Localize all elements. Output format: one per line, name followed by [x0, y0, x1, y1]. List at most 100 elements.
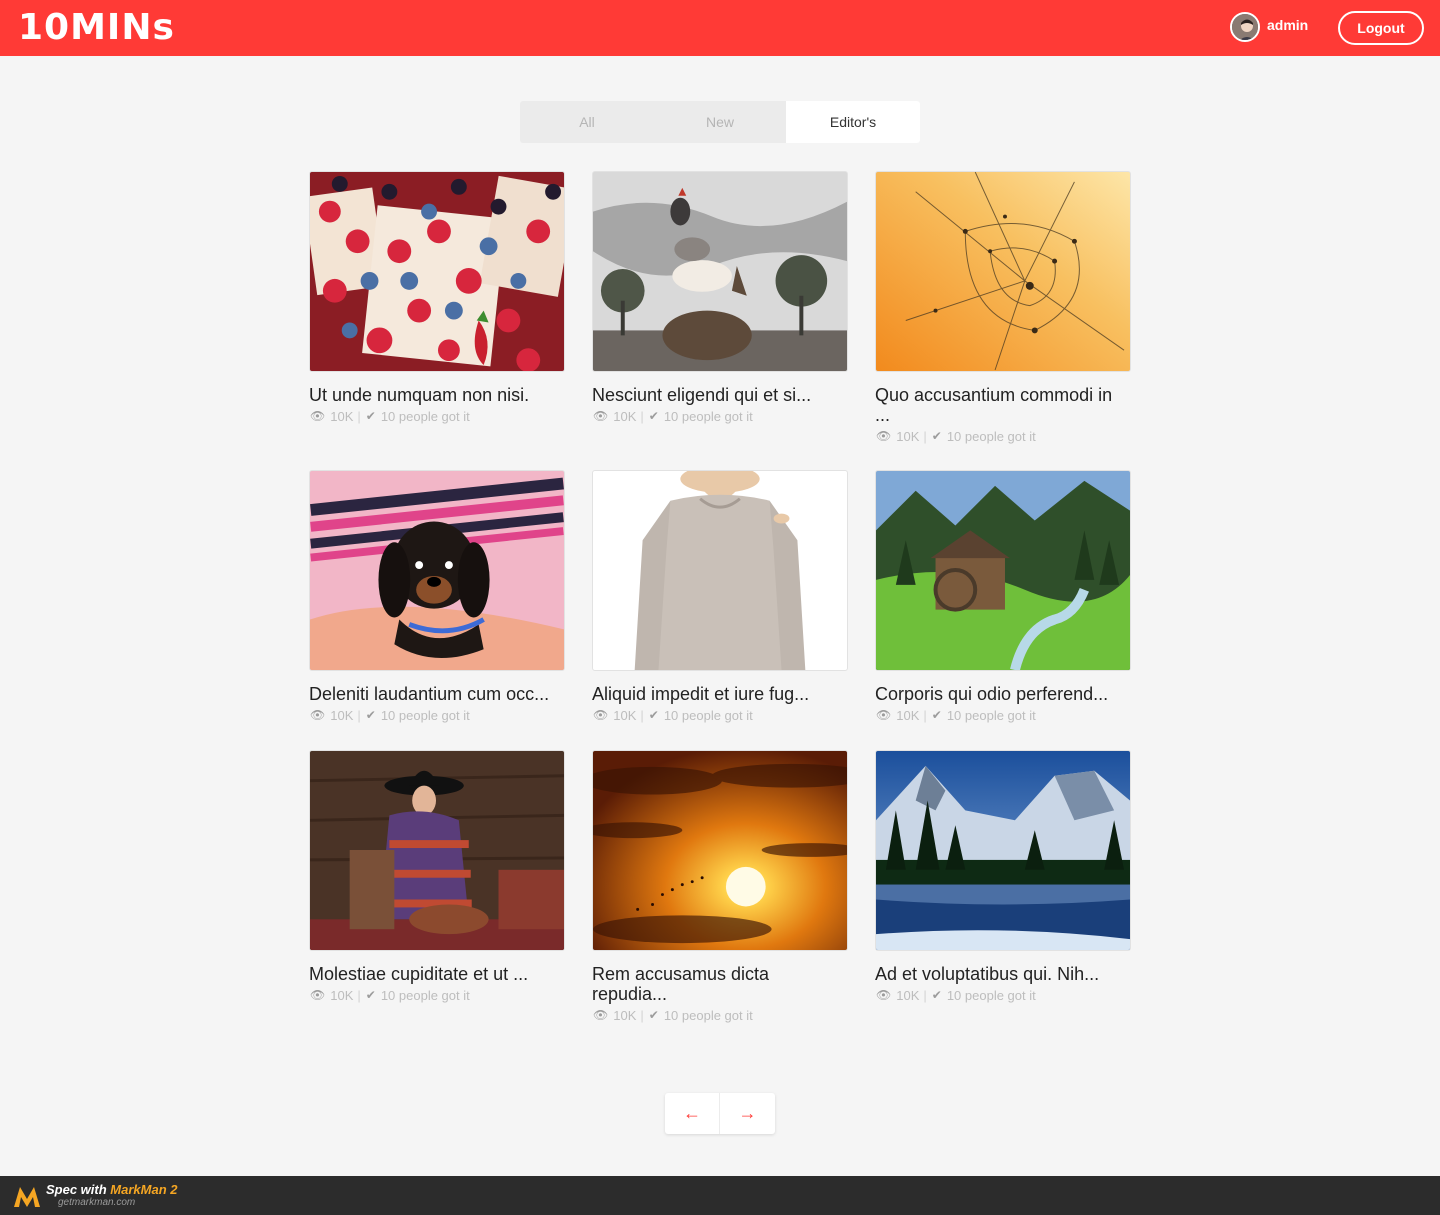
card-image-watermill[interactable] [875, 470, 1131, 671]
check-icon: ✔ [931, 429, 942, 443]
meta-divider: | [357, 987, 361, 1003]
check-icon: ✔ [365, 988, 376, 1002]
card-berries[interactable]: Ut unde numquam non nisi. 👁 10K | ✔ 10 p… [309, 171, 565, 424]
eye-icon: 👁 [593, 409, 609, 423]
got-it-count: 10 people got it [663, 1007, 753, 1023]
card-meta: 👁 10K | ✔ 10 people got it [309, 987, 565, 1003]
check-icon: ✔ [931, 708, 942, 722]
card-image-spider-web[interactable] [875, 171, 1131, 372]
username[interactable]: admin [1267, 17, 1308, 33]
user-avatar[interactable] [1230, 12, 1260, 42]
card-title[interactable]: Molestiae cupiditate et ut ... [309, 964, 565, 984]
eye-icon: 👁 [310, 988, 326, 1002]
views-count: 10K [613, 408, 637, 424]
card-puppy[interactable]: Deleniti laudantium cum occ... 👁 10K | ✔… [309, 470, 565, 723]
card-meta: 👁 10K | ✔ 10 people got it [309, 707, 565, 723]
card-animal-stack[interactable]: Nesciunt eligendi qui et si... 👁 10K | ✔… [592, 171, 848, 424]
eye-icon: 👁 [593, 708, 609, 722]
got-it-count: 10 people got it [663, 408, 753, 424]
footer-url[interactable]: getmarkman.com [58, 1197, 135, 1208]
card-title[interactable]: Rem accusamus dicta repudia... [592, 964, 848, 1004]
eye-icon: 👁 [876, 988, 892, 1002]
card-spider-web[interactable]: Quo accusantium commodi in ... 👁 10K | ✔… [875, 171, 1131, 444]
next-page-button[interactable]: → [720, 1093, 775, 1134]
card-watermill[interactable]: Corporis qui odio perferend... 👁 10K | ✔… [875, 470, 1131, 723]
views-count: 10K [330, 987, 354, 1003]
card-image-sweater[interactable] [592, 470, 848, 671]
meta-divider: | [923, 428, 927, 444]
card-title[interactable]: Nesciunt eligendi qui et si... [592, 385, 848, 405]
card-sweater[interactable]: Aliquid impedit et iure fug... 👁 10K | ✔… [592, 470, 848, 723]
logout-button[interactable]: Logout [1338, 11, 1424, 45]
pagination: ← → [665, 1093, 775, 1134]
card-title[interactable]: Deleniti laudantium cum occ... [309, 684, 565, 704]
card-title[interactable]: Quo accusantium commodi in ... [875, 385, 1131, 425]
arrow-right-icon: → [738, 1103, 757, 1123]
views-count: 10K [896, 987, 920, 1003]
eye-icon: 👁 [310, 708, 326, 722]
got-it-count: 10 people got it [380, 707, 470, 723]
app-header: 10MINs admin Logout [0, 0, 1440, 56]
card-image-mountain-lake[interactable] [875, 750, 1131, 951]
meta-divider: | [640, 1007, 644, 1023]
meta-divider: | [640, 408, 644, 424]
card-meta: 👁 10K | ✔ 10 people got it [592, 408, 848, 424]
card-meta: 👁 10K | ✔ 10 people got it [875, 428, 1131, 444]
eye-icon: 👁 [876, 429, 892, 443]
got-it-count: 10 people got it [380, 408, 470, 424]
eye-icon: 👁 [593, 1008, 609, 1022]
check-icon: ✔ [365, 409, 376, 423]
meta-divider: | [357, 707, 361, 723]
footer-prefix: Spec with [46, 1182, 111, 1197]
card-image-berries[interactable] [309, 171, 565, 372]
tab-new[interactable]: New [653, 101, 787, 143]
filter-tabs: All New Editor's [520, 101, 920, 143]
tab-all[interactable]: All [520, 101, 654, 143]
views-count: 10K [896, 428, 920, 444]
check-icon: ✔ [648, 409, 659, 423]
card-mountain-lake[interactable]: Ad et voluptatibus qui. Nih... 👁 10K | ✔… [875, 750, 1131, 1003]
meta-divider: | [640, 707, 644, 723]
got-it-count: 10 people got it [946, 428, 1036, 444]
views-count: 10K [613, 1007, 637, 1023]
footer-brand-text[interactable]: Spec with MarkMan 2 [46, 1182, 178, 1197]
card-image-fashion-model[interactable] [309, 750, 565, 951]
views-count: 10K [613, 707, 637, 723]
meta-divider: | [923, 987, 927, 1003]
card-meta: 👁 10K | ✔ 10 people got it [592, 707, 848, 723]
app-logo[interactable]: 10MINs [18, 7, 175, 48]
card-fashion-model[interactable]: Molestiae cupiditate et ut ... 👁 10K | ✔… [309, 750, 565, 1003]
eye-icon: 👁 [310, 409, 326, 423]
got-it-count: 10 people got it [663, 707, 753, 723]
markman-logo-icon [14, 1187, 40, 1207]
views-count: 10K [896, 707, 920, 723]
check-icon: ✔ [931, 988, 942, 1002]
eye-icon: 👁 [876, 708, 892, 722]
views-count: 10K [330, 707, 354, 723]
check-icon: ✔ [648, 1008, 659, 1022]
card-meta: 👁 10K | ✔ 10 people got it [875, 987, 1131, 1003]
card-title[interactable]: Ad et voluptatibus qui. Nih... [875, 964, 1131, 984]
meta-divider: | [923, 707, 927, 723]
views-count: 10K [330, 408, 354, 424]
footer-brand: MarkMan 2 [110, 1182, 178, 1197]
card-meta: 👁 10K | ✔ 10 people got it [309, 408, 565, 424]
card-sunset[interactable]: Rem accusamus dicta repudia... 👁 10K | ✔… [592, 750, 848, 1023]
footer-bar: Spec with MarkMan 2 getmarkman.com [0, 1176, 1440, 1215]
card-image-sunset[interactable] [592, 750, 848, 951]
arrow-left-icon: ← [683, 1103, 701, 1123]
got-it-count: 10 people got it [946, 987, 1036, 1003]
card-title[interactable]: Corporis qui odio perferend... [875, 684, 1131, 704]
check-icon: ✔ [365, 708, 376, 722]
card-meta: 👁 10K | ✔ 10 people got it [875, 707, 1131, 723]
tab-editors[interactable]: Editor's [786, 101, 920, 143]
card-meta: 👁 10K | ✔ 10 people got it [592, 1007, 848, 1023]
prev-page-button[interactable]: ← [665, 1093, 720, 1134]
card-image-puppy[interactable] [309, 470, 565, 671]
card-title[interactable]: Aliquid impedit et iure fug... [592, 684, 848, 704]
card-title[interactable]: Ut unde numquam non nisi. [309, 385, 565, 405]
got-it-count: 10 people got it [380, 987, 470, 1003]
card-image-animal-stack[interactable] [592, 171, 848, 372]
meta-divider: | [357, 408, 361, 424]
check-icon: ✔ [648, 708, 659, 722]
